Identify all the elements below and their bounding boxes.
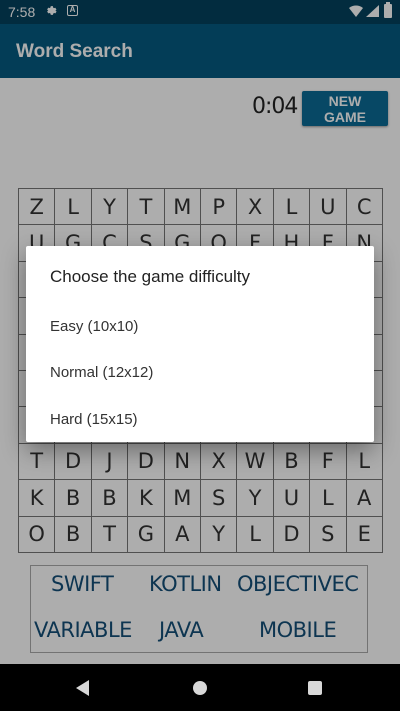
option-label: Hard (15x15)	[50, 411, 138, 428]
back-icon[interactable]	[76, 680, 89, 696]
option-label: Normal (12x12)	[50, 364, 154, 381]
difficulty-option-normal[interactable]: Normal (12x12)	[26, 350, 374, 396]
home-icon[interactable]	[193, 681, 207, 695]
difficulty-option-hard[interactable]: Hard (15x15)	[26, 397, 374, 443]
dialog-title: Choose the game difficulty	[50, 267, 251, 286]
option-label: Easy (10x10)	[50, 318, 139, 335]
recents-icon[interactable]	[308, 681, 322, 695]
difficulty-dialog: Choose the game difficulty Easy (10x10) …	[26, 246, 374, 442]
difficulty-option-easy[interactable]: Easy (10x10)	[26, 304, 374, 350]
